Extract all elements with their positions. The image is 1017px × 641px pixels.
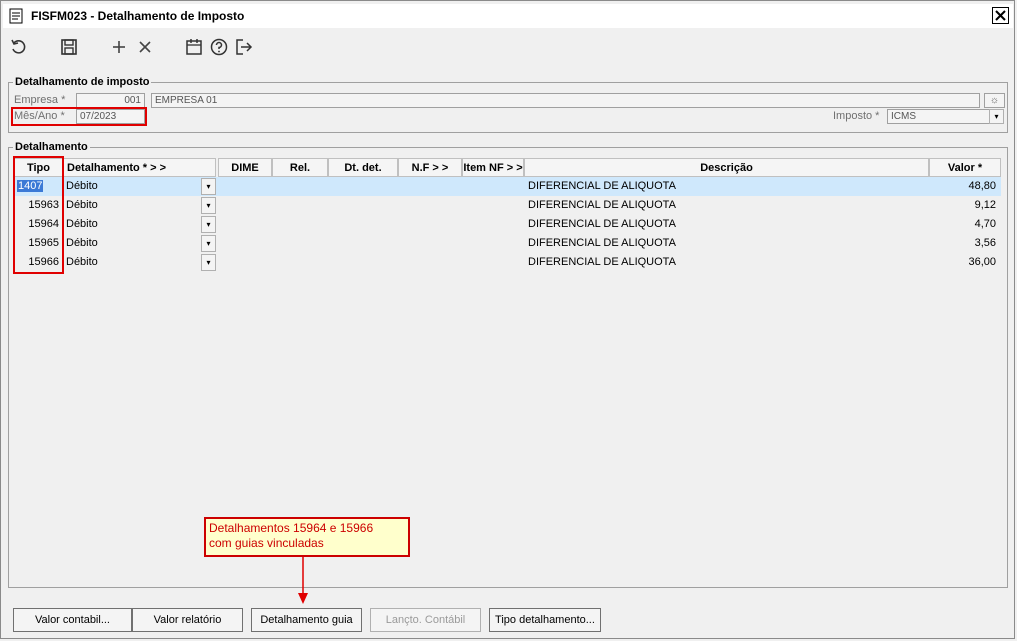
descricao-cell[interactable]: DIFERENCIAL DE ALIQUOTA	[528, 215, 918, 234]
callout-arrow-icon	[298, 557, 308, 604]
descricao-cell[interactable]: DIFERENCIAL DE ALIQUOTA	[528, 253, 918, 272]
chevron-down-icon: ▾	[206, 220, 211, 229]
save-icon[interactable]	[59, 37, 79, 57]
document-icon	[9, 8, 23, 24]
exit-icon[interactable]	[234, 37, 254, 57]
detalhamento-cell[interactable]: Débito	[66, 196, 196, 215]
column-header-dime[interactable]: DIME	[218, 158, 272, 177]
valor-cell[interactable]: 4,70	[932, 215, 996, 234]
callout-line-2: com guias vinculadas	[209, 536, 324, 550]
valor-contabil-button[interactable]: Valor contabil...	[13, 608, 132, 632]
column-header-item-nf[interactable]: Item NF > >	[462, 158, 524, 177]
calendar-icon[interactable]	[184, 37, 204, 57]
close-icon	[995, 10, 1006, 21]
annotation-callout: Detalhamentos 15964 e 15966 com guias vi…	[204, 517, 410, 557]
detalhamento-dropdown-button[interactable]: ▾	[201, 197, 216, 214]
table-row[interactable]: 1407 Débito ▾ DIFERENCIAL DE ALIQUOTA 48…	[14, 177, 1001, 196]
window-title: FISFM023 - Detalhamento de Imposto	[31, 9, 245, 23]
tipo-detalhamento-button[interactable]: Tipo detalhamento...	[489, 608, 601, 632]
table-row[interactable]: 15965 Débito ▾ DIFERENCIAL DE ALIQUOTA 3…	[14, 234, 1001, 253]
toolbar	[3, 31, 1013, 63]
close-button[interactable]	[992, 7, 1009, 24]
detalhamento-dropdown-button[interactable]: ▾	[201, 254, 216, 271]
chevron-down-icon: ▾	[206, 258, 211, 267]
callout-line-1: Detalhamentos 15964 e 15966	[209, 521, 374, 535]
chevron-down-icon: ▾	[206, 182, 211, 191]
detalhamento-cell[interactable]: Débito	[66, 177, 196, 196]
descricao-cell[interactable]: DIFERENCIAL DE ALIQUOTA	[528, 177, 918, 196]
add-icon[interactable]	[109, 37, 129, 57]
chevron-down-icon: ▾	[206, 201, 211, 210]
column-header-valor[interactable]: Valor *	[929, 158, 1001, 177]
title-bar: FISFM023 - Detalhamento de Imposto	[3, 4, 1013, 28]
imposto-dropdown-button[interactable]: ▾	[989, 109, 1004, 124]
imposto-field[interactable]: ICMS	[887, 109, 990, 124]
chevron-down-icon: ▾	[994, 112, 999, 121]
column-header-dt-det[interactable]: Dt. det.	[328, 158, 398, 177]
descricao-cell[interactable]: DIFERENCIAL DE ALIQUOTA	[528, 234, 918, 253]
detalhamento-cell[interactable]: Débito	[66, 215, 196, 234]
chevron-down-icon: ▾	[206, 239, 211, 248]
column-header-rel[interactable]: Rel.	[272, 158, 328, 177]
table-row[interactable]: 15963 Débito ▾ DIFERENCIAL DE ALIQUOTA 9…	[14, 196, 1001, 215]
undo-icon[interactable]	[9, 37, 29, 57]
main-window: FISFM023 - Detalhamento de Imposto Detal…	[0, 0, 1015, 639]
tipo-column-highlight-box	[13, 156, 64, 274]
valor-cell[interactable]: 36,00	[932, 253, 996, 272]
detalhamento-cell[interactable]: Débito	[66, 253, 196, 272]
table-row[interactable]: 15964 Débito ▾ DIFERENCIAL DE ALIQUOTA 4…	[14, 215, 1001, 234]
detalhamento-dropdown-button[interactable]: ▾	[201, 178, 216, 195]
help-icon[interactable]	[209, 37, 229, 57]
header-legend: Detalhamento de imposto	[15, 76, 150, 88]
column-header-detalhamento[interactable]: Detalhamento * > >	[63, 158, 216, 177]
lookup-icon: ☼	[989, 95, 1000, 106]
valor-relatorio-button[interactable]: Valor relatório	[132, 608, 243, 632]
valor-cell[interactable]: 9,12	[932, 196, 996, 215]
descricao-cell[interactable]: DIFERENCIAL DE ALIQUOTA	[528, 196, 918, 215]
empresa-label: Empresa *	[14, 94, 66, 106]
detalhamento-dropdown-button[interactable]: ▾	[201, 216, 216, 233]
lookup-button[interactable]: ☼	[984, 93, 1005, 108]
detalhamento-cell[interactable]: Débito	[66, 234, 196, 253]
detail-legend: Detalhamento	[15, 141, 88, 153]
table-row[interactable]: 15966 Débito ▾ DIFERENCIAL DE ALIQUOTA 3…	[14, 253, 1001, 272]
valor-cell[interactable]: 48,80	[932, 177, 996, 196]
delete-icon[interactable]	[135, 37, 155, 57]
mesano-highlight-box	[11, 107, 147, 126]
empresa-name-field: EMPRESA 01	[151, 93, 980, 108]
valor-cell[interactable]: 3,56	[932, 234, 996, 253]
column-header-nf[interactable]: N.F > >	[398, 158, 462, 177]
column-header-descricao[interactable]: Descrição	[524, 158, 929, 177]
detalhamento-dropdown-button[interactable]: ▾	[201, 235, 216, 252]
lancto-contabil-button[interactable]: Lançto. Contábil	[370, 608, 481, 632]
detalhamento-guia-button[interactable]: Detalhamento guia	[251, 608, 362, 632]
empresa-code-field[interactable]: 001	[76, 93, 145, 108]
imposto-label: Imposto *	[833, 110, 880, 122]
